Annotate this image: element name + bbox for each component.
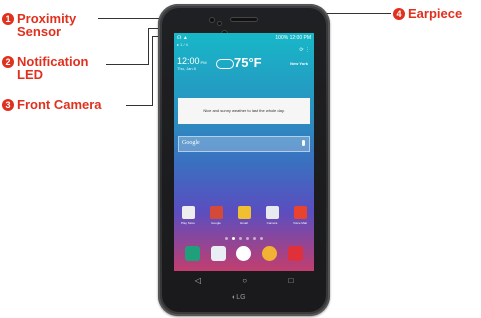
callout-label-front-camera: Front Camera (17, 97, 102, 112)
callout-number-2: 2 (2, 56, 14, 68)
play-store-icon (181, 206, 195, 219)
weather-message-card: Nice and sunny weather to last the whole… (178, 98, 310, 124)
app-label: Voice Mail (293, 221, 307, 225)
status-bar: ☊ ▲ 100% 12:00 PM (174, 33, 314, 42)
leader-line-led-v (148, 28, 149, 65)
app-label: Play Store (181, 221, 195, 225)
email-icon (237, 206, 251, 219)
page-dot[interactable] (260, 237, 263, 240)
status-battery: 100% (275, 34, 289, 41)
app-camera[interactable]: Camera (259, 206, 285, 225)
recents-button[interactable]: □ (288, 276, 293, 285)
phone-icon[interactable] (185, 246, 201, 261)
voicemail-icon (293, 206, 307, 219)
app-email[interactable]: Email (231, 206, 257, 225)
callout-proximity-sensor: 1 Proximity Sensor (2, 12, 76, 38)
apps-drawer-icon[interactable] (236, 246, 252, 261)
messaging-icon[interactable] (287, 246, 303, 261)
app-voice-mail[interactable]: Voice Mail (287, 206, 313, 225)
widget-refresh-menu-icons[interactable]: ⟳ ⋮ (299, 47, 310, 53)
back-button[interactable]: ◁ (195, 276, 201, 285)
callout-number-4: 4 (393, 8, 405, 20)
notification-led (218, 22, 221, 25)
callout-number-3: 3 (2, 99, 14, 111)
chrome-icon[interactable] (262, 246, 278, 261)
app-dock (174, 246, 314, 261)
leader-line-camera-v (152, 36, 153, 106)
google-folder-icon (209, 206, 223, 219)
leader-line-camera-h (126, 105, 152, 106)
app-row: Play Store Google Email Camera Voice Mai… (174, 206, 314, 225)
widget-city: New York (290, 61, 308, 66)
partly-cloudy-icon (216, 59, 234, 69)
app-play-store[interactable]: Play Store (175, 206, 201, 225)
home-button[interactable]: ○ (242, 276, 247, 285)
callout-label-led: LED (17, 67, 43, 82)
callout-earpiece: 4 Earpiece (393, 7, 462, 20)
widget-ampm: PM (200, 60, 207, 65)
camera-icon (265, 206, 279, 219)
page-dot[interactable] (246, 237, 249, 240)
status-signal: ☊ ▲ (177, 34, 188, 41)
earpiece (231, 18, 257, 21)
home-screen: ☊ ▲ 100% 12:00 PM ▸ 1 / 4 12:00PM Thu, J… (174, 33, 314, 271)
status-sub-bar: ▸ 1 / 4 (177, 42, 188, 47)
weather-message: Nice and sunny weather to last the whole… (203, 108, 285, 113)
lg-logo: ◐LG (232, 294, 246, 301)
callout-front-camera: 3 Front Camera (2, 98, 102, 111)
proximity-sensor (210, 18, 214, 22)
app-label: Camera (266, 221, 278, 225)
google-search-bar[interactable]: Google (178, 136, 310, 152)
page-dot[interactable] (253, 237, 256, 240)
mic-icon[interactable] (302, 140, 305, 146)
widget-temperature: 75°F (234, 55, 262, 70)
callout-label-sensor: Sensor (17, 24, 62, 39)
page-dot[interactable] (225, 237, 228, 240)
contacts-icon[interactable] (210, 246, 226, 261)
status-time: 12:00 PM (289, 34, 311, 41)
callout-number-1: 1 (2, 13, 14, 25)
page-dot-active[interactable] (232, 237, 235, 240)
search-placeholder: Google (182, 140, 200, 146)
callout-label-earpiece: Earpiece (408, 6, 463, 21)
app-label: Email (240, 221, 248, 225)
navigation-bar: ◁ ○ □ (174, 273, 314, 287)
page-dot[interactable] (239, 237, 242, 240)
weather-widget[interactable]: 12:00PM Thu, Jan 8 75°F New York ⟳ ⋮ (174, 47, 314, 83)
app-label: Google (211, 221, 221, 225)
app-google[interactable]: Google (203, 206, 229, 225)
page-indicator[interactable] (174, 237, 314, 240)
widget-date: Thu, Jan 8 (177, 66, 196, 71)
leader-line-led-h (106, 64, 148, 65)
widget-time: 12:00 (177, 56, 200, 66)
phone-body: ☊ ▲ 100% 12:00 PM ▸ 1 / 4 12:00PM Thu, J… (158, 4, 330, 316)
callout-notification-led: 2 Notification LED (2, 55, 89, 81)
